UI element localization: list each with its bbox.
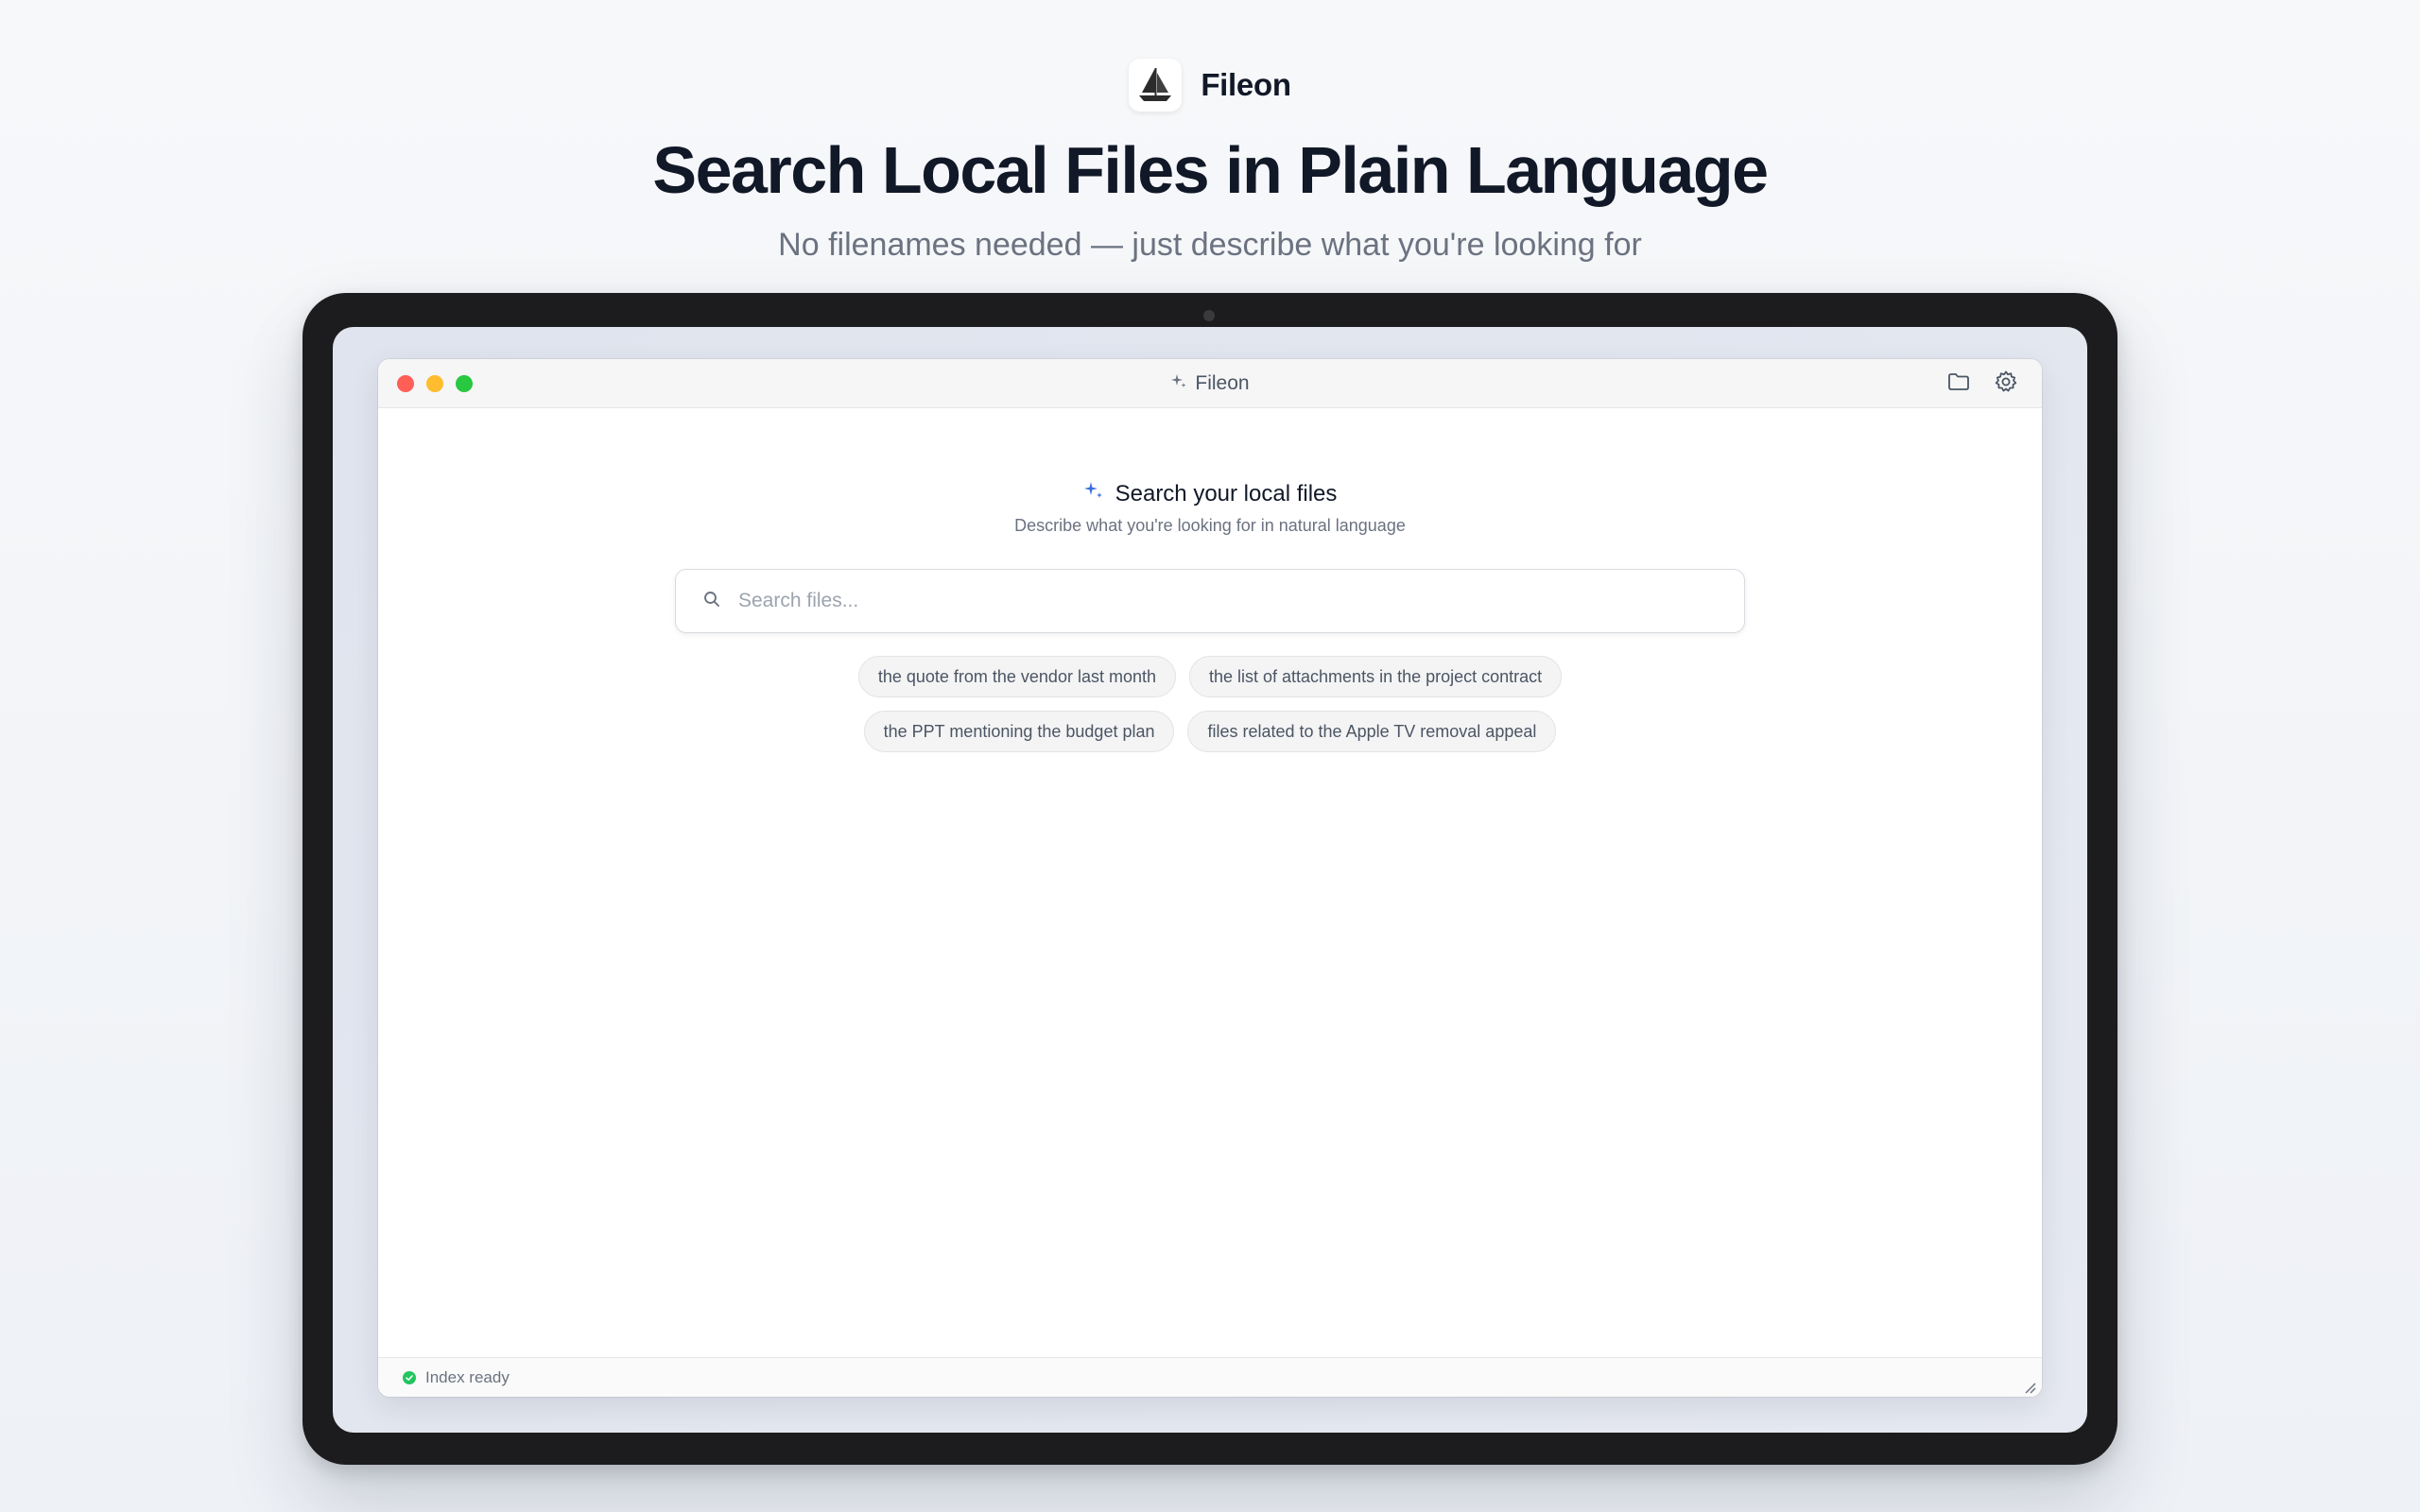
hero-title: Search Local Files in Plain Language <box>652 133 1769 207</box>
suggestion-chips: the quote from the vendor last month the… <box>378 656 2042 752</box>
search-heading-text: Search your local files <box>1115 480 1338 507</box>
camera-dot <box>1203 310 1215 321</box>
search-input[interactable] <box>738 590 1744 612</box>
suggestion-chip[interactable]: files related to the Apple TV removal ap… <box>1187 711 1557 752</box>
brand-name: Fileon <box>1201 67 1291 102</box>
status-text: Index ready <box>425 1367 510 1386</box>
suggestion-chip[interactable]: the list of attachments in the project c… <box>1188 656 1563 697</box>
sparkle-accent-icon <box>1083 480 1104 507</box>
brand-header: Fileon <box>0 59 2420 112</box>
suggestion-chip[interactable]: the quote from the vendor last month <box>857 656 1176 697</box>
status-bar: Index ready <box>378 1357 2042 1397</box>
tablet-screen: Fileon Search your local files Describe … <box>333 327 2087 1433</box>
suggestion-chip[interactable]: the PPT mentioning the budget plan <box>863 711 1175 752</box>
settings-button[interactable] <box>1993 370 2019 397</box>
window-title: Fileon <box>378 372 2042 395</box>
main-content: Search your local files Describe what yo… <box>378 408 2042 1357</box>
landing-page: Fileon Search Local Files in Plain Langu… <box>0 0 2420 1512</box>
folder-button[interactable] <box>1945 370 1972 397</box>
folder-icon <box>1947 371 1970 397</box>
gear-icon <box>1994 369 2018 399</box>
resize-grip-icon[interactable] <box>2023 1380 2036 1394</box>
tablet-device: Fileon Search your local files Describe … <box>302 293 2118 1465</box>
search-icon <box>702 590 721 613</box>
sailboat-icon <box>1129 59 1183 112</box>
search-heading: Search your local files <box>378 480 2042 507</box>
suggestion-row: the PPT mentioning the budget plan files… <box>863 711 1557 752</box>
check-icon <box>403 1370 416 1384</box>
window-title-text: Fileon <box>1195 372 1250 394</box>
suggestion-row: the quote from the vendor last month the… <box>857 656 1563 697</box>
sparkle-icon <box>1170 372 1187 395</box>
search-description: Describe what you're looking for in natu… <box>1014 516 1406 535</box>
title-bar-actions <box>1945 370 2019 397</box>
search-box[interactable] <box>675 569 1745 633</box>
app-window: Fileon Search your local files Describe … <box>378 359 2042 1397</box>
title-bar: Fileon <box>378 359 2042 408</box>
hero-subtitle: No filenames needed — just describe what… <box>778 227 1642 263</box>
